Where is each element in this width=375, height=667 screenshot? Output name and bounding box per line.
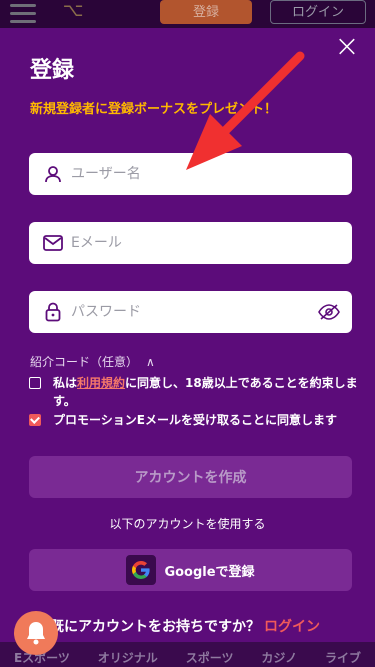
modal-title: 登録 xyxy=(30,58,75,83)
background-header: ⌥ 登録 ログイン xyxy=(0,0,375,28)
terms-link[interactable]: 利用規約 xyxy=(77,376,125,390)
nav-casino[interactable]: カジノ xyxy=(261,649,297,666)
terms-prefix: 私は xyxy=(53,376,78,390)
referral-toggle[interactable]: 紹介コード（任意） ∧ xyxy=(30,353,155,370)
referral-label: 紹介コード（任意） xyxy=(30,355,139,369)
google-icon xyxy=(126,555,157,585)
lock-icon xyxy=(43,302,63,322)
google-register-button[interactable]: Googleで登録 xyxy=(29,549,352,591)
chevron-up-icon: ∧ xyxy=(146,354,155,369)
password-input[interactable] xyxy=(71,291,318,333)
use-account-text: 以下のアカウントを使用する xyxy=(109,517,266,531)
bottom-nav: Eスポーツ オリジナル スポーツ カジノ ライブ xyxy=(0,642,375,667)
nav-sports[interactable]: スポーツ xyxy=(186,649,234,666)
login-link[interactable]: ログイン xyxy=(264,619,320,635)
terms-row: 私は利用規約に同意し、18歳以上であることを約束します。 xyxy=(29,374,359,410)
header-login-button[interactable]: ログイン xyxy=(270,0,366,24)
promo-email-checkbox[interactable] xyxy=(29,414,41,426)
terms-checkbox[interactable] xyxy=(29,377,41,389)
email-input[interactable] xyxy=(71,222,352,264)
close-button[interactable]: × xyxy=(333,32,361,62)
username-input[interactable] xyxy=(71,153,352,195)
bell-icon[interactable] xyxy=(14,611,58,655)
mail-icon xyxy=(43,233,63,253)
header-register-button[interactable]: 登録 xyxy=(160,0,252,24)
create-account-button[interactable]: アカウントを作成 xyxy=(29,456,352,498)
password-field[interactable] xyxy=(29,291,352,333)
register-modal: × 登録 新規登録者に登録ボーナスをプレゼント！ 紹介コード（任意） ∧ 私は利… xyxy=(0,28,375,642)
have-account-text: 既にアカウントをお持ちですか？ xyxy=(50,619,260,635)
have-account-row: 既にアカウントをお持ちですか？ ログイン xyxy=(50,616,320,636)
email-field[interactable] xyxy=(29,222,352,264)
nav-original[interactable]: オリジナル xyxy=(98,649,158,666)
promo-email-row: プロモーションEメールを受け取ることに同意します xyxy=(29,411,359,429)
promo-text: 新規登録者に登録ボーナスをプレゼント！ xyxy=(30,102,278,117)
google-button-label: Googleで登録 xyxy=(164,564,255,580)
menu-icon[interactable] xyxy=(10,4,36,23)
terms-text: 私は利用規約に同意し、18歳以上であることを約束します。 xyxy=(53,374,359,410)
site-logo: ⌥ xyxy=(62,0,84,21)
username-field[interactable] xyxy=(29,153,352,195)
nav-live[interactable]: ライブ xyxy=(325,649,361,666)
promo-email-label: プロモーションEメールを受け取ることに同意します xyxy=(53,413,337,427)
user-icon xyxy=(43,164,63,184)
eye-icon[interactable] xyxy=(318,304,340,320)
